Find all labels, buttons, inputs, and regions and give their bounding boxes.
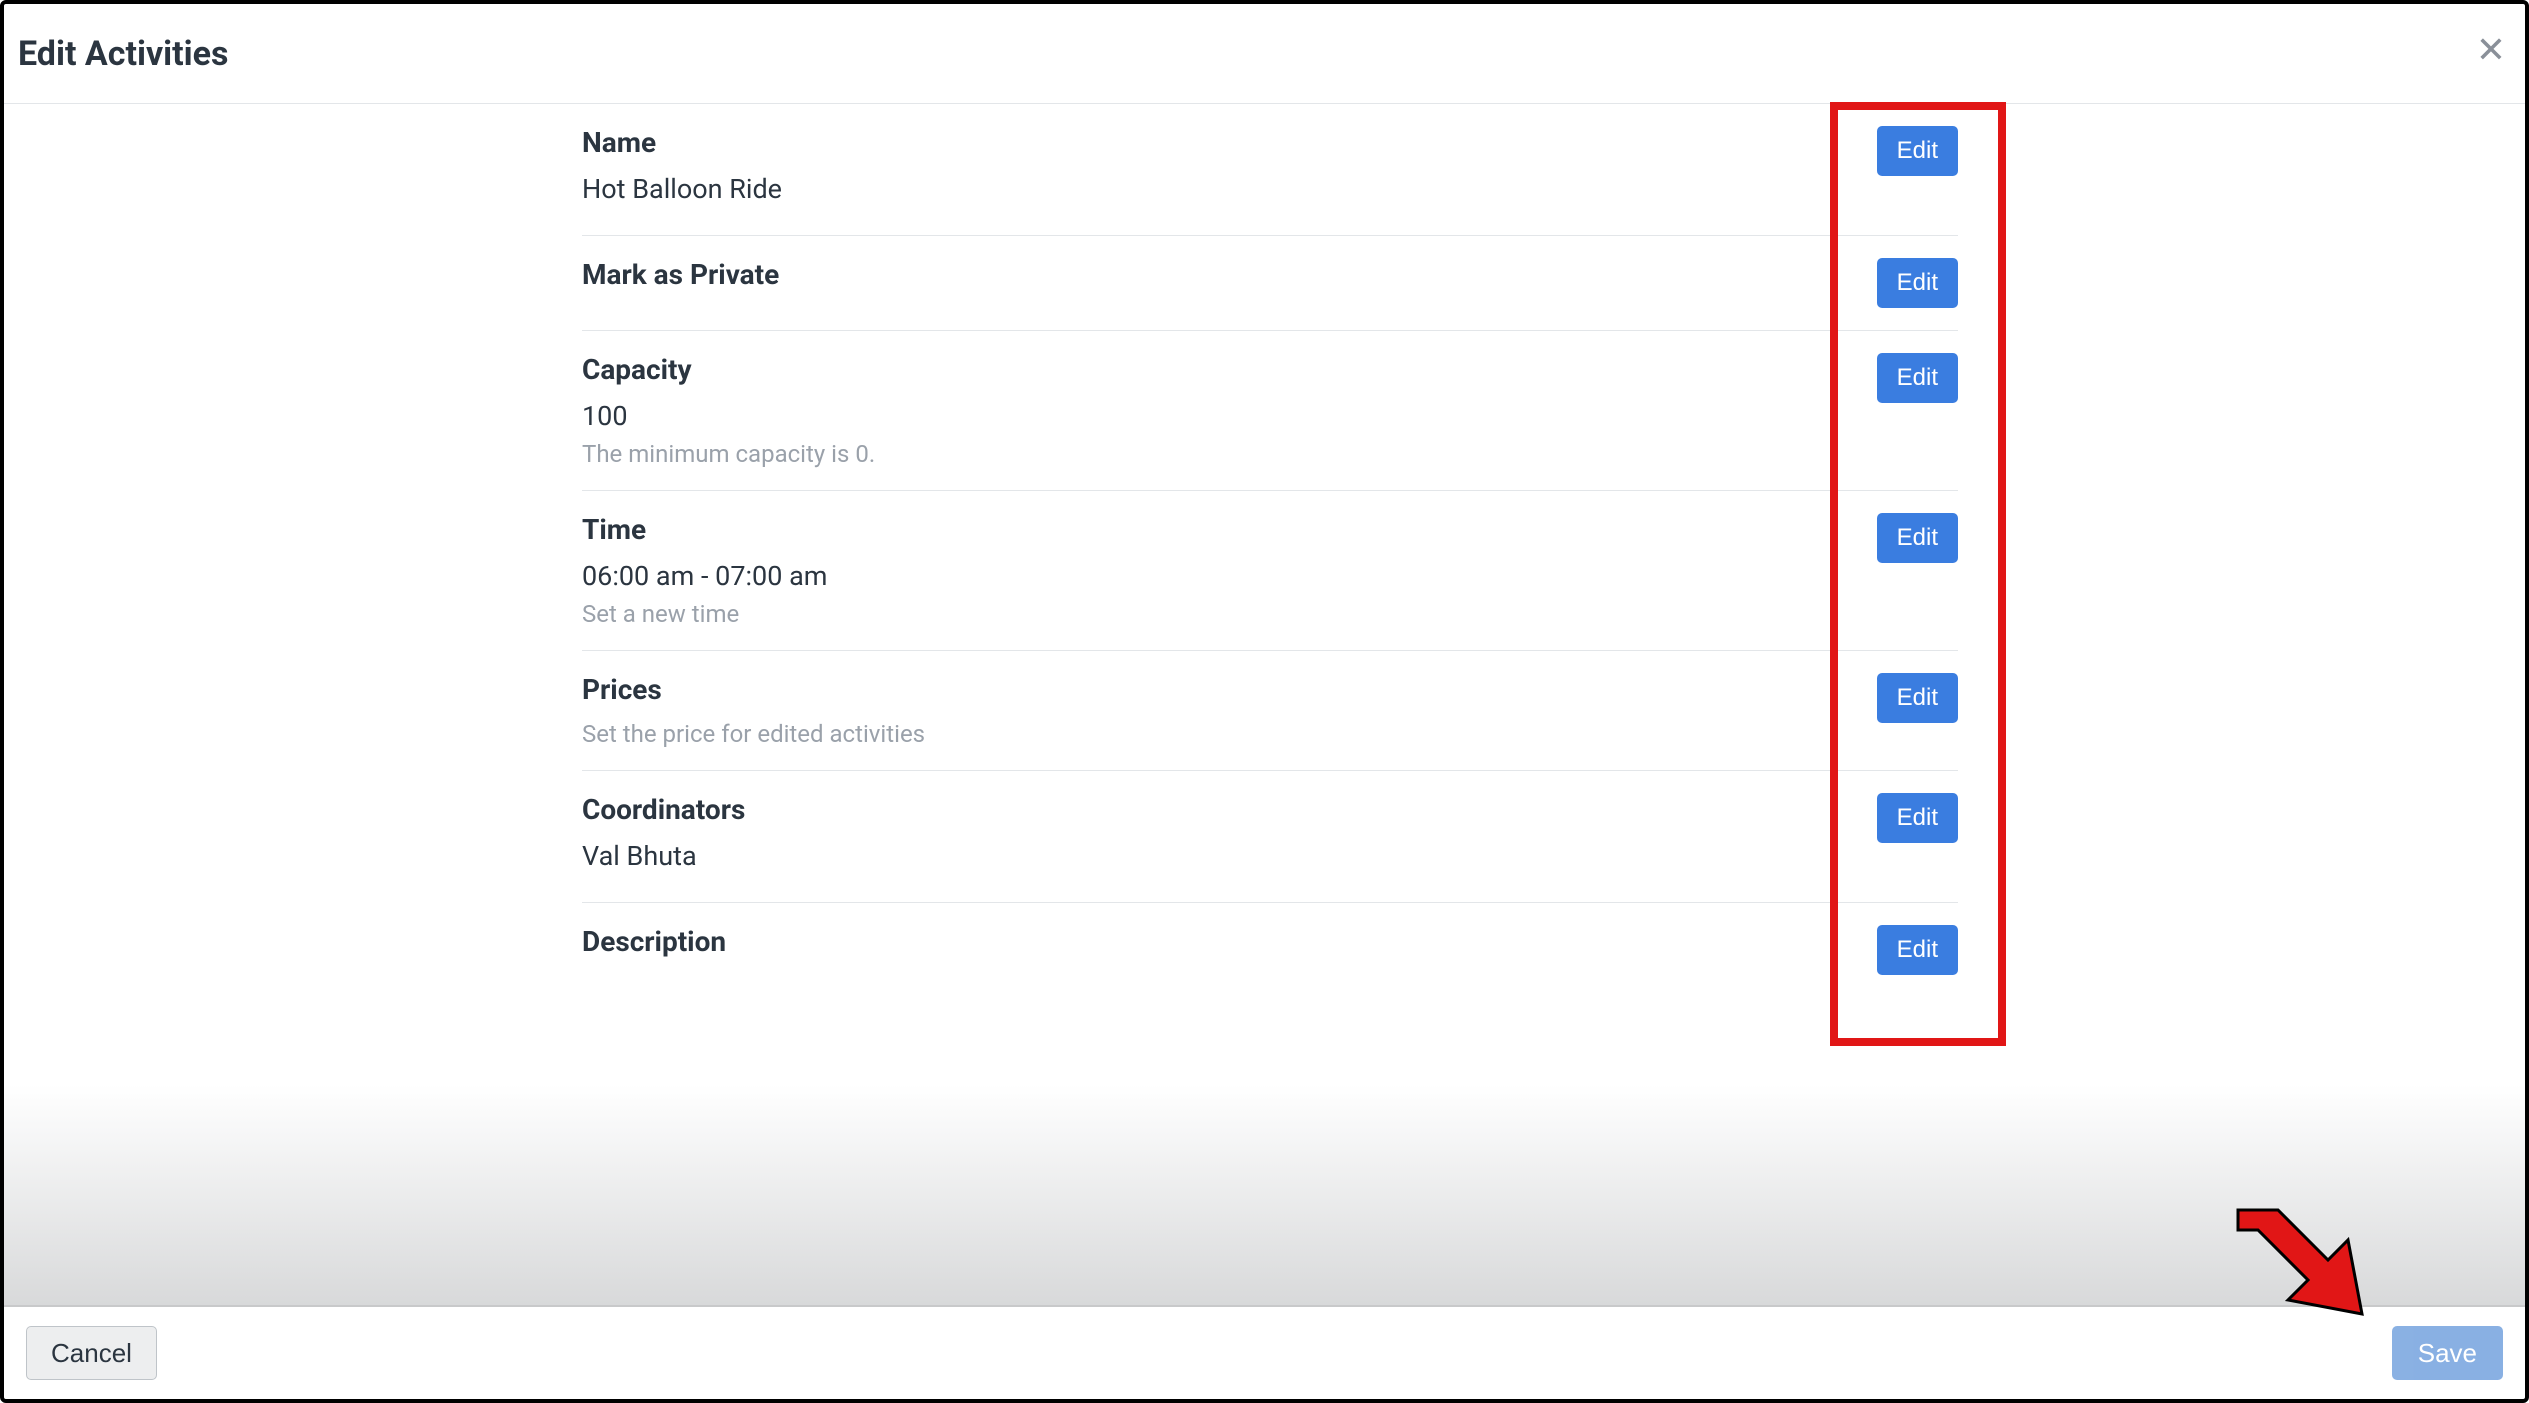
modal-header: Edit Activities ✕ <box>4 4 2525 104</box>
edit-name-button[interactable]: Edit <box>1877 126 1958 176</box>
name-value: Hot Balloon Ride <box>582 173 1860 213</box>
coordinators-value: Val Bhuta <box>582 840 1860 880</box>
edit-time-button[interactable]: Edit <box>1877 513 1958 563</box>
description-label: Description <box>582 925 1860 958</box>
edit-capacity-button[interactable]: Edit <box>1877 353 1958 403</box>
edit-prices-button[interactable]: Edit <box>1877 673 1958 723</box>
field-row-mark-private: Mark as Private Edit <box>582 236 1958 331</box>
save-button[interactable]: Save <box>2392 1326 2503 1380</box>
modal-footer: Cancel Save <box>4 1305 2525 1399</box>
field-row-prices: Prices Set the price for edited activiti… <box>582 651 1958 771</box>
field-row-time: Time 06:00 am - 07:00 am Set a new time … <box>582 491 1958 651</box>
capacity-hint: The minimum capacity is 0. <box>582 440 1860 468</box>
prices-label: Prices <box>582 673 1860 720</box>
mark-private-label: Mark as Private <box>582 258 1860 291</box>
field-row-coordinators: Coordinators Val Bhuta Edit <box>582 771 1958 903</box>
bottom-fade <box>4 1085 2525 1305</box>
time-hint: Set a new time <box>582 600 1860 628</box>
capacity-label: Capacity <box>582 353 1860 400</box>
field-row-name: Name Hot Balloon Ride Edit <box>582 104 1958 236</box>
time-label: Time <box>582 513 1860 560</box>
cancel-button[interactable]: Cancel <box>26 1326 157 1380</box>
edit-mark-private-button[interactable]: Edit <box>1877 258 1958 308</box>
modal-title: Edit Activities <box>18 34 229 74</box>
capacity-value: 100 <box>582 400 1860 440</box>
name-label: Name <box>582 126 1860 173</box>
form-column: Name Hot Balloon Ride Edit Mark as Priva… <box>582 104 1958 997</box>
edit-description-button[interactable]: Edit <box>1877 925 1958 975</box>
form-area: Name Hot Balloon Ride Edit Mark as Priva… <box>4 104 2525 997</box>
coordinators-label: Coordinators <box>582 793 1860 840</box>
time-value: 06:00 am - 07:00 am <box>582 560 1860 600</box>
prices-hint: Set the price for edited activities <box>582 720 1860 748</box>
field-row-description: Description Edit <box>582 903 1958 997</box>
close-icon[interactable]: ✕ <box>2471 32 2511 72</box>
edit-coordinators-button[interactable]: Edit <box>1877 793 1958 843</box>
edit-activities-modal: Edit Activities ✕ Name Hot Balloon Ride … <box>0 0 2529 1403</box>
annotation-arrow-icon <box>2230 1202 2370 1322</box>
field-row-capacity: Capacity 100 The minimum capacity is 0. … <box>582 331 1958 491</box>
